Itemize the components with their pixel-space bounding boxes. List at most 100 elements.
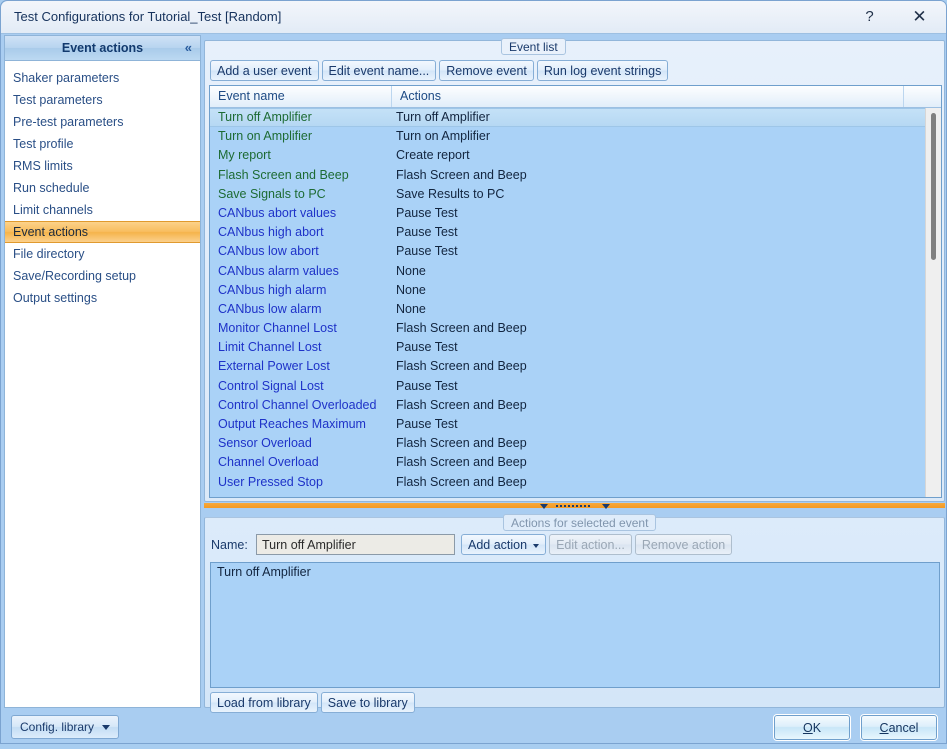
cell-event-name: Turn on Amplifier <box>218 129 313 144</box>
sidebar-item-event-actions[interactable]: Event actions <box>5 221 200 243</box>
title-bar: Test Configurations for Tutorial_Test [R… <box>1 1 946 34</box>
cell-event-name: CANbus alarm values <box>218 263 339 278</box>
table-row[interactable]: Channel Overload Flash Screen and Beep <box>210 453 941 472</box>
cell-action: Turn on Amplifier <box>396 129 491 144</box>
table-row[interactable]: My report Create report <box>210 146 941 165</box>
sidebar-item-save-recording-setup[interactable]: Save/Recording setup <box>5 265 200 287</box>
sidebar-item-output-settings[interactable]: Output settings <box>5 287 200 309</box>
sidebar-item-file-directory[interactable]: File directory <box>5 243 200 265</box>
table-row[interactable]: CANbus abort values Pause Test <box>210 204 941 223</box>
selected-event-action-list[interactable]: Turn off Amplifier <box>210 562 940 688</box>
cell-event-name: Control Channel Overloaded <box>218 397 377 412</box>
ok-rest: K <box>812 720 822 735</box>
add-action-label: Add action <box>468 537 528 552</box>
action-list-item[interactable]: Turn off Amplifier <box>211 563 939 582</box>
cell-event-name: Turn off Amplifier <box>218 110 312 124</box>
cancel-accel-char: C <box>879 720 889 735</box>
splitter-arrow-right-icon[interactable] <box>602 504 610 509</box>
table-row[interactable]: Save Signals to PC Save Results to PC <box>210 185 941 204</box>
cell-event-name: External Power Lost <box>218 359 330 374</box>
cancel-button[interactable]: Cancel <box>860 714 938 741</box>
event-list-toolbar: Add a user event Edit event name... Remove… <box>210 60 669 81</box>
table-row[interactable]: CANbus high abort Pause Test <box>210 223 941 242</box>
table-row[interactable]: CANbus low abort Pause Test <box>210 242 941 261</box>
column-header-event-name[interactable]: Event name <box>210 86 392 107</box>
ok-accel-char: O <box>802 720 813 735</box>
sidebar-item-test-parameters[interactable]: Test parameters <box>5 89 200 111</box>
sidebar-item-pre-test-parameters[interactable]: Pre-test parameters <box>5 111 200 133</box>
table-row[interactable]: Limit Channel Lost Pause Test <box>210 338 941 357</box>
column-header-spacer <box>904 86 941 107</box>
table-row[interactable]: External Power Lost Flash Screen and Beep <box>210 357 941 376</box>
cell-action: Flash Screen and Beep <box>396 321 527 336</box>
actions-group: Actions for selected event Name: Add act… <box>204 514 945 713</box>
scrollbar-thumb[interactable] <box>931 113 936 260</box>
edit-action-label: Edit action... <box>556 537 625 552</box>
table-row[interactable]: Sensor Overload Flash Screen and Beep <box>210 434 941 453</box>
column-header-actions[interactable]: Actions <box>392 86 904 107</box>
cell-event-name: CANbus high alarm <box>218 282 327 297</box>
cell-action: Pause Test <box>396 205 458 220</box>
sidebar-header-title: Event actions <box>61 41 144 55</box>
event-table-scrollbar[interactable] <box>925 108 941 497</box>
toolbar-button-run-log-event-strings[interactable]: Run log event strings <box>536 60 669 81</box>
main-content: Event list Add a user event Edit event na… <box>203 35 946 713</box>
window-title: Test Configurations for Tutorial_Test [R… <box>14 9 282 24</box>
cell-event-name: CANbus low alarm <box>218 301 322 316</box>
table-row[interactable]: Flash Screen and Beep Flash Screen and Be… <box>210 166 941 185</box>
cell-action: Flash Screen and Beep <box>396 436 527 451</box>
table-row[interactable]: Turn off Amplifier Turn off Amplifier <box>210 108 941 128</box>
cell-action: Pause Test <box>396 417 458 431</box>
cell-action: Flash Screen and Beep <box>396 474 527 489</box>
sidebar-header: Event actions « <box>5 36 200 61</box>
table-row[interactable]: Output Reaches Maximum Pause Test <box>210 415 941 434</box>
cell-action: Turn off Amplifier <box>396 110 490 124</box>
cell-event-name: Output Reaches Maximum <box>218 417 366 431</box>
cell-action: Save Results to PC <box>396 186 505 201</box>
cell-action: None <box>396 282 426 297</box>
sidebar-item-rms-limits[interactable]: RMS limits <box>5 155 200 177</box>
load-from-library-button[interactable]: Load from library <box>210 692 318 713</box>
sidebar: Event actions « Shaker parameters Test pa… <box>4 35 201 708</box>
splitter-grip[interactable] <box>538 504 608 508</box>
event-name-input[interactable] <box>256 534 455 555</box>
table-row[interactable]: CANbus low alarm None <box>210 300 941 319</box>
close-icon[interactable]: ✕ <box>897 1 942 32</box>
cell-action: Flash Screen and Beep <box>396 397 527 412</box>
edit-action-button: Edit action... <box>549 534 632 555</box>
cell-action: Pause Test <box>396 244 458 259</box>
remove-action-label: Remove action <box>641 537 726 552</box>
sidebar-item-list: Shaker parameters Test parameters Pre-test… <box>5 61 200 309</box>
event-list-legend: Event list <box>501 38 566 55</box>
toolbar-button-add-a-user-event[interactable]: Add a user event <box>210 60 319 81</box>
save-to-library-button[interactable]: Save to library <box>320 692 415 713</box>
cancel-rest: ancel <box>888 720 919 735</box>
config-library-label: Config. library <box>20 720 95 734</box>
cell-event-name: Flash Screen and Beep <box>218 167 349 182</box>
cell-event-name: Sensor Overload <box>218 436 312 451</box>
help-icon[interactable]: ? <box>847 1 892 32</box>
table-row[interactable]: CANbus high alarm None <box>210 281 941 300</box>
table-row[interactable]: Control Signal Lost Pause Test <box>210 377 941 396</box>
add-action-button[interactable]: Add action <box>461 534 547 555</box>
sidebar-item-test-profile[interactable]: Test profile <box>5 133 200 155</box>
toolbar-button-edit-event-name[interactable]: Edit event name... <box>321 60 437 81</box>
toolbar-button-remove-event[interactable]: Remove event <box>439 60 534 81</box>
ok-button[interactable]: OK <box>773 714 851 741</box>
cell-action: None <box>396 263 426 278</box>
event-list-group: Event list Add a user event Edit event na… <box>204 38 945 502</box>
sidebar-item-limit-channels[interactable]: Limit channels <box>5 199 200 221</box>
cell-event-name: CANbus low abort <box>218 244 319 259</box>
cell-action: Flash Screen and Beep <box>396 455 527 470</box>
table-row[interactable]: Monitor Channel Lost Flash Screen and Bee… <box>210 319 941 338</box>
sidebar-item-run-schedule[interactable]: Run schedule <box>5 177 200 199</box>
chevron-left-double-icon[interactable]: « <box>185 40 192 55</box>
table-row[interactable]: CANbus alarm values None <box>210 262 941 281</box>
table-row[interactable]: Control Channel Overloaded Flash Screen a… <box>210 396 941 415</box>
table-row[interactable]: Turn on Amplifier Turn on Amplifier <box>210 127 941 146</box>
event-table: Event name Actions Turn off Amplifier Tur… <box>209 85 942 498</box>
sidebar-item-shaker-parameters[interactable]: Shaker parameters <box>5 67 200 89</box>
table-row[interactable]: User Pressed Stop Flash Screen and Beep <box>210 473 941 492</box>
config-library-dropdown[interactable]: Config. library <box>11 715 119 739</box>
cell-action: Pause Test <box>396 340 458 355</box>
